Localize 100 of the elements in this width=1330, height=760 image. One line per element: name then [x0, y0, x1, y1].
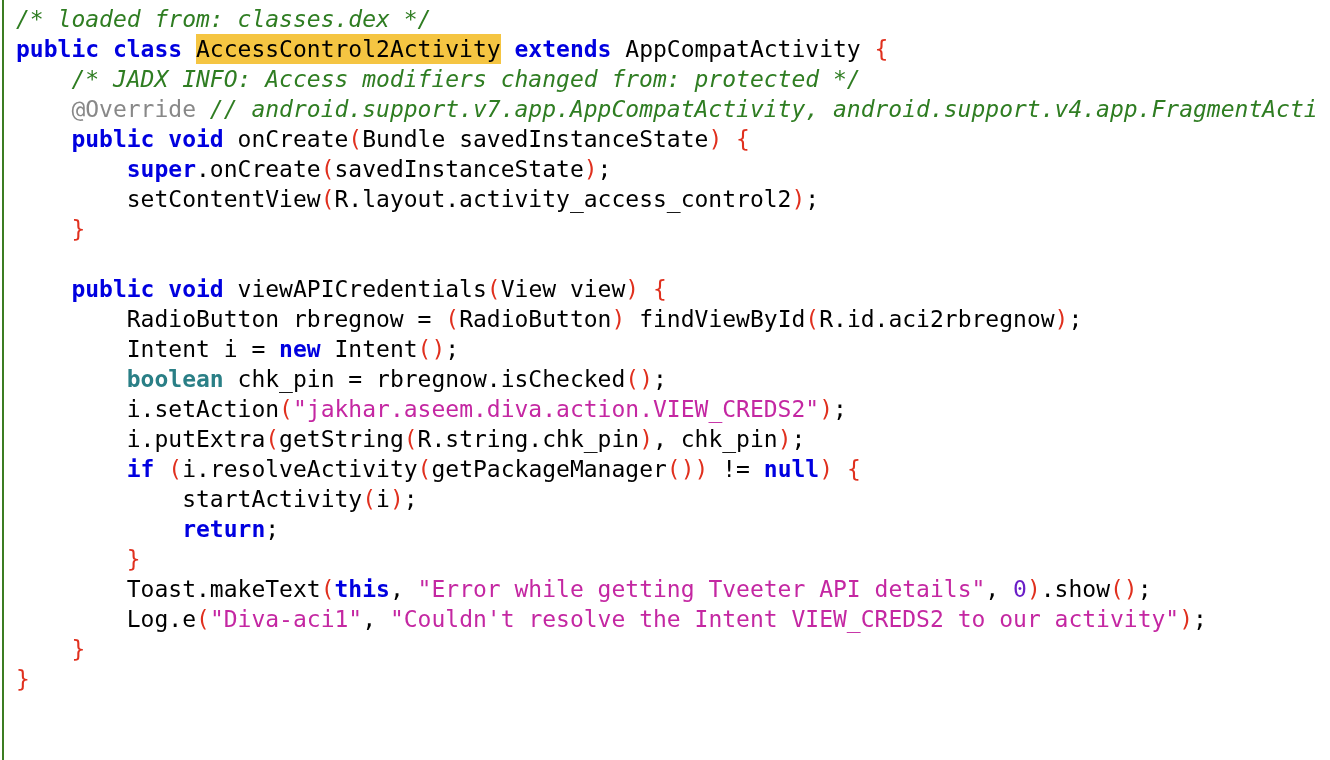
type-keyword: boolean [125, 365, 224, 394]
code-text: , [389, 575, 405, 604]
code-text: R.layout.activity_access_control2 [334, 185, 792, 214]
bracket: } [70, 635, 86, 664]
bracket: { [735, 125, 750, 154]
code-text: , [362, 605, 378, 634]
code-text: onCreate [236, 125, 349, 154]
comment: /* loaded from: classes.dex */ [16, 5, 432, 34]
bracket: ) [819, 455, 834, 484]
keyword: super [125, 155, 196, 184]
code-text: ; [653, 365, 667, 394]
string-literal: "jakhar.aseem.diva.action.VIEW_CREDS2" [292, 395, 820, 424]
code-text: , [985, 575, 1001, 604]
comment: // android.support.v7.app.AppCompatActivity, android.support.v4.app.FragmentActi [208, 95, 1318, 124]
code-text: ; [833, 395, 847, 424]
bracket: () [625, 365, 653, 394]
bracket: ( [362, 485, 377, 514]
bracket: } [125, 545, 141, 574]
bracket: ) [791, 185, 806, 214]
code-text: Intent [333, 335, 418, 364]
keyword: new [279, 335, 321, 364]
code-text: getString [279, 425, 404, 454]
code-text: findViewById [638, 305, 806, 334]
keyword: extends [513, 35, 612, 64]
bracket: } [70, 215, 86, 244]
bracket: ) [1026, 575, 1041, 604]
code-text: savedInstanceState [334, 155, 584, 184]
comment: /* JADX INFO: Access modifiers changed from: protected */ [70, 65, 861, 94]
code-text: i.resolveActivity [182, 455, 418, 484]
code-text: ; [1193, 605, 1207, 634]
code-text: ; [1137, 575, 1152, 604]
bracket: ( [445, 305, 460, 334]
bracket: ( [279, 395, 293, 424]
bracket: ) [708, 125, 723, 154]
code-text: RadioButton [459, 305, 612, 334]
bracket: ()) [666, 455, 709, 484]
code-text: .show [1040, 575, 1110, 604]
bracket: ( [265, 425, 280, 454]
code-text: i.putExtra [125, 425, 266, 454]
string-literal: "Error while getting Tveeter API details" [417, 575, 986, 604]
code-text: ; [445, 335, 460, 364]
code-text: i [376, 485, 390, 514]
bracket: { [652, 275, 667, 304]
bracket: } [16, 665, 30, 694]
bracket: () [1110, 575, 1138, 604]
bracket: ) [1179, 605, 1194, 634]
code-text: View view [500, 275, 626, 304]
code-text: Toast.makeText [125, 575, 321, 604]
code-text: .onCreate [196, 155, 321, 184]
bracket: ) [639, 425, 653, 454]
code-text: chk_pin = rbregnow.isChecked [236, 365, 626, 394]
keyword: this [334, 575, 390, 604]
code-text: ; [403, 485, 418, 514]
bracket: ( [320, 155, 335, 184]
code-text: setContentView [125, 185, 321, 214]
code-text: != [721, 455, 751, 484]
string-literal: "Couldn't resolve the Intent VIEW_CREDS2 to our activity" [389, 605, 1180, 634]
code-text: Log.e [125, 605, 196, 634]
bracket: ( [348, 125, 363, 154]
bracket: { [845, 455, 861, 484]
bracket: ) [389, 485, 404, 514]
bracket: ( [320, 575, 335, 604]
bracket: { [874, 35, 889, 64]
bracket: ) [625, 275, 640, 304]
bracket: () [417, 335, 446, 364]
keyword: null [763, 455, 820, 484]
keyword: public class [16, 35, 184, 64]
code-text: , chk_pin [653, 425, 778, 454]
bracket: ) [583, 155, 598, 184]
bracket: ( [167, 455, 183, 484]
keyword: return [181, 515, 266, 544]
keyword: public void [70, 125, 224, 154]
code-text: getPackageManager [431, 455, 667, 484]
bracket: ( [417, 455, 432, 484]
code-text: ; [1068, 305, 1083, 334]
code-text: viewAPICredentials [236, 275, 487, 304]
bracket: ( [196, 605, 210, 634]
bracket: ( [403, 425, 418, 454]
code-text: AppCompatActivity [624, 35, 862, 64]
bracket: ) [777, 425, 792, 454]
code-text: RadioButton rbregnow = [125, 305, 433, 334]
code-text: ; [265, 515, 280, 544]
bracket: ) [611, 305, 626, 334]
bracket: ( [486, 275, 501, 304]
code-text: Bundle savedInstanceState [362, 125, 709, 154]
string-literal: "Diva-aci1" [209, 605, 363, 634]
keyword: if [125, 455, 155, 484]
code-text: R.string.chk_pin [417, 425, 640, 454]
annotation: @Override [70, 95, 196, 124]
bracket: ( [320, 185, 335, 214]
code-text: R.id.aci2rbregnow [819, 305, 1055, 334]
bracket: ) [819, 395, 834, 424]
class-name: AccessControl2Activity [196, 34, 501, 64]
number-literal: 0 [1013, 575, 1027, 604]
bracket: ) [1054, 305, 1069, 334]
code-text: ; [805, 185, 820, 214]
code-text: i.setAction [125, 395, 280, 424]
code-text: ; [597, 155, 612, 184]
code-text: ; [791, 425, 806, 454]
keyword: public void [70, 275, 224, 304]
